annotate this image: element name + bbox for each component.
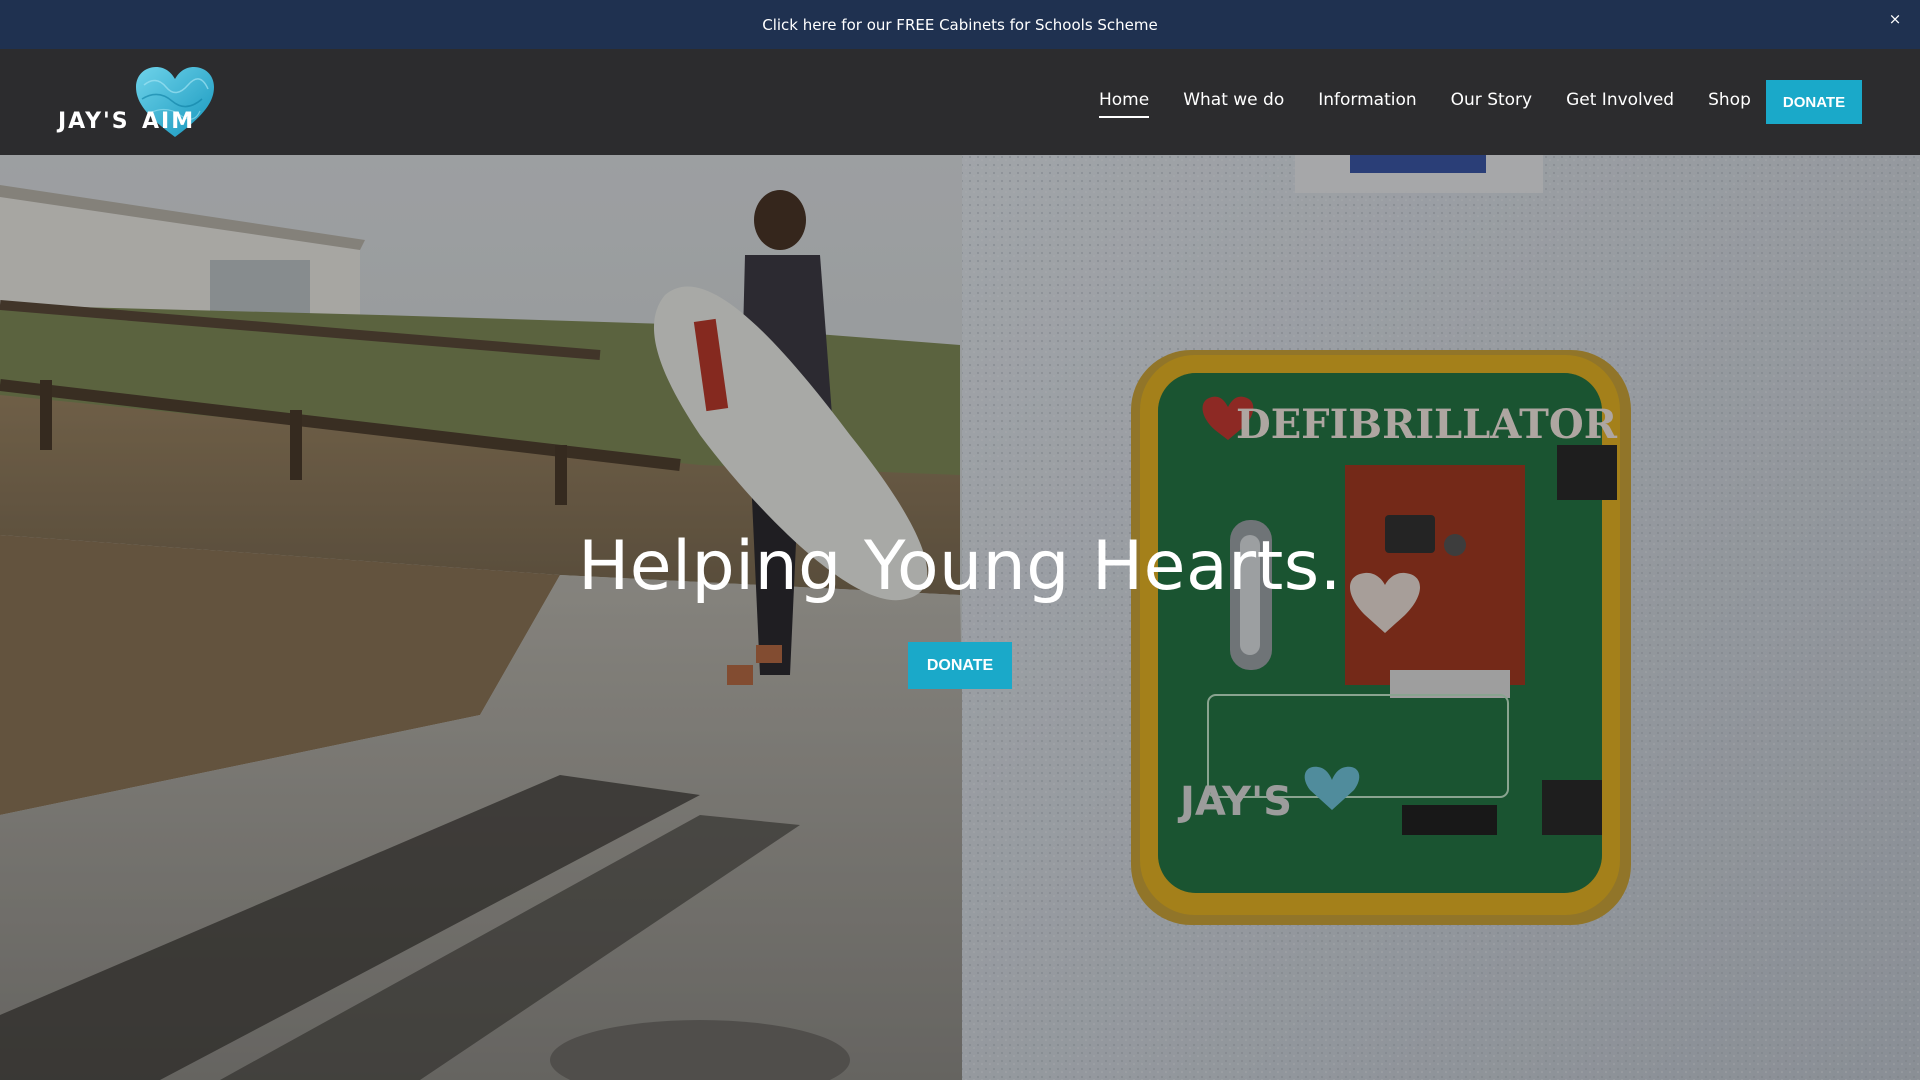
header-donate-button[interactable]: DONATE [1766, 80, 1862, 124]
hero-section: DEFIBRILLATOR JAY'S Helping Young Hearts… [0, 155, 1920, 1080]
site-header: JAY'S AIM Home What we do Information Ou… [0, 49, 1920, 155]
nav-item-information[interactable]: Information [1318, 90, 1416, 114]
announcement-bar: Click here for our FREE Cabinets for Sch… [0, 0, 1920, 49]
nav-item-get-involved[interactable]: Get Involved [1566, 90, 1674, 114]
hero-overlay [0, 155, 1920, 1080]
hero-donate-button[interactable]: DONATE [908, 642, 1012, 689]
site-logo[interactable]: JAY'S AIM [58, 67, 214, 139]
close-icon[interactable]: × [1886, 10, 1904, 28]
logo-text: JAY'S [58, 109, 130, 134]
hero-title: Helping Young Hearts. [578, 527, 1342, 606]
announcement-link[interactable]: Click here for our FREE Cabinets for Sch… [762, 16, 1158, 34]
nav-item-what-we-do[interactable]: What we do [1183, 90, 1284, 114]
nav-item-our-story[interactable]: Our Story [1451, 90, 1532, 114]
main-nav: Home What we do Information Our Story Ge… [1099, 49, 1785, 155]
nav-item-shop[interactable]: Shop [1708, 90, 1751, 114]
logo-text-aim: AIM [142, 109, 196, 134]
nav-item-home[interactable]: Home [1099, 90, 1150, 118]
